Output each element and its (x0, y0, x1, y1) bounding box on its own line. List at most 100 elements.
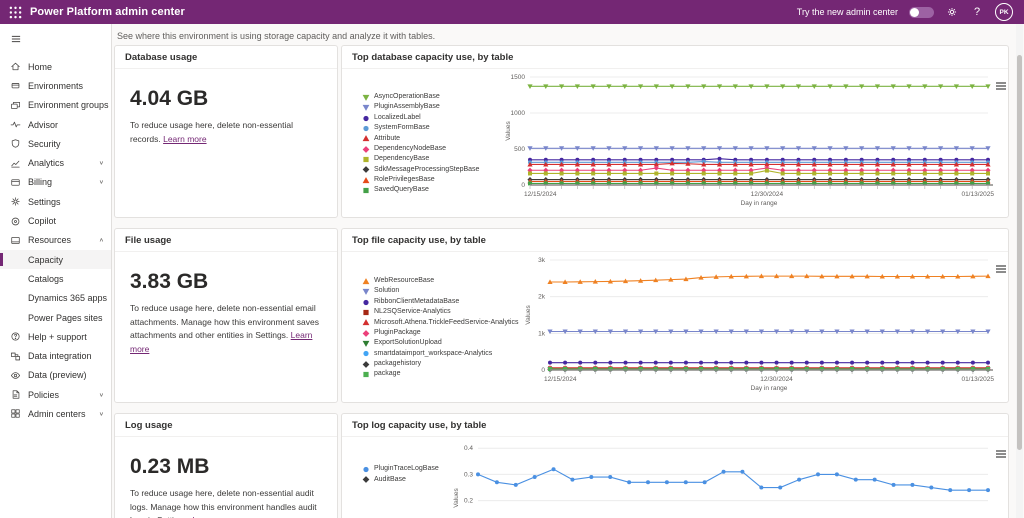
sidebar-item-label: Billing (28, 177, 53, 188)
chart-title: Top log capacity use, by table (342, 414, 1008, 437)
sidebar-item-power-pages-sites[interactable]: Power Pages sites (0, 308, 111, 327)
sidebar-item-billing[interactable]: Billing ∨ (0, 173, 111, 192)
svg-text:1k: 1k (538, 330, 546, 337)
card-title: Log usage (115, 414, 337, 437)
sidebar-item-policies[interactable]: Policies ∨ (0, 385, 111, 404)
legend-item[interactable]: Solution (362, 287, 522, 296)
sidebar-item-label: Copilot (28, 216, 57, 227)
chart-legend: PluginTraceLogBase AuditBase (348, 465, 450, 484)
legend-item[interactable]: Attribute (362, 134, 502, 143)
sidebar-item-advisor[interactable]: Advisor (0, 115, 111, 134)
sidebar-item-resources[interactable]: Resources ∧ (0, 231, 111, 250)
legend-item[interactable]: smartdataimport_workspace-Analytics (362, 349, 522, 358)
sidebar-item-copilot[interactable]: Copilot (0, 211, 111, 230)
sidebar-item-label: Capacity (28, 254, 64, 265)
legend-item[interactable]: RibbonClientMetadataBase (362, 298, 522, 307)
legend-item[interactable]: NL2SQService-Analytics (362, 308, 522, 317)
legend-item[interactable]: PluginAssemblyBase (362, 103, 502, 112)
app-launcher-icon[interactable] (0, 0, 30, 24)
legend-item[interactable]: AuditBase (362, 475, 450, 484)
legend-label: LocalizedLabel (374, 113, 421, 121)
sidebar-item-capacity[interactable]: Capacity (0, 249, 111, 270)
settings-gear-icon[interactable] (945, 5, 959, 19)
legend-label: DependencyNodeBase (374, 144, 446, 152)
legend-item[interactable]: packagehistory (362, 360, 522, 369)
sidebar-item-label: Environments (28, 80, 84, 91)
sidebar-item-security[interactable]: Security (0, 134, 111, 153)
legend-label: WebResourceBase (374, 276, 435, 284)
help-icon[interactable]: ? (970, 5, 984, 19)
legend-item[interactable]: LocalizedLabel (362, 114, 502, 123)
legend-label: SavedQueryBase (374, 186, 429, 194)
legend-item[interactable]: RolePrivilegesBase (362, 176, 502, 185)
file-usage-description: To reduce usage here, delete non-essenti… (130, 303, 319, 354)
sidebar-item-catalogs[interactable]: Catalogs (0, 269, 111, 288)
legend-item[interactable]: DependencyNodeBase (362, 145, 502, 154)
file-usage-value: 3.83 GB (130, 270, 209, 293)
database-usage-value: 4.04 GB (130, 87, 209, 110)
legend-label: AsyncOperationBase (374, 92, 440, 100)
learn-more-link[interactable]: Learn more (163, 134, 206, 144)
legend-item[interactable]: Microsoft.Athena.TrickleFeedService-Anal… (362, 318, 522, 327)
sidebar-item-label: Environment groups (28, 100, 109, 111)
legend-item[interactable]: DependencyBase (362, 155, 502, 164)
analytics-icon (10, 158, 21, 169)
chart-title: Top database capacity use, by table (342, 46, 1008, 69)
sidebar-item-help-support[interactable]: Help + support (0, 327, 111, 346)
legend-label: RolePrivilegesBase (374, 176, 435, 184)
database-chart-card: Top database capacity use, by table Asyn… (341, 45, 1009, 218)
diamond-marker-icon (362, 145, 370, 154)
data-integration-icon (10, 351, 21, 362)
resources-icon (10, 235, 21, 246)
svg-text:Values: Values (505, 121, 512, 141)
sidebar-item-label: Security (28, 138, 61, 149)
card-title: File usage (115, 229, 337, 252)
svg-text:Values: Values (453, 488, 460, 508)
chevron-up-icon: ∧ (98, 237, 104, 244)
chevron-down-icon: ∨ (98, 180, 104, 186)
sidebar-item-dynamics-365-apps[interactable]: Dynamics 365 apps (0, 289, 111, 308)
nav-collapse-button[interactable] (0, 24, 111, 57)
legend-item[interactable]: SdkMessageProcessingStepBase (362, 165, 502, 174)
legend-item[interactable]: SystemFormBase (362, 124, 502, 133)
file-usage-card: File usage 3.83 GB To reduce usage here,… (114, 228, 338, 403)
svg-text:1500: 1500 (511, 74, 526, 81)
legend-item[interactable]: SavedQueryBase (362, 186, 502, 195)
legend-item[interactable]: PluginTraceLogBase (362, 465, 450, 474)
vertical-scrollbar[interactable] (1016, 24, 1023, 518)
scrollbar-thumb[interactable] (1017, 55, 1022, 450)
sidebar-item-analytics[interactable]: Analytics ∨ (0, 153, 111, 172)
triangle-down-marker-icon (362, 339, 370, 348)
svg-text:12/15/2024: 12/15/2024 (544, 376, 577, 383)
account-avatar[interactable]: PK (995, 3, 1013, 21)
svg-text:12/30/2024: 12/30/2024 (751, 191, 784, 198)
try-new-admin-center-toggle[interactable] (909, 6, 934, 18)
chevron-down-icon: ∨ (98, 392, 104, 398)
topbar: Power Platform admin center Try the new … (0, 0, 1024, 24)
legend-item[interactable]: PluginPackage (362, 329, 522, 338)
triangle-up-marker-icon (362, 277, 370, 286)
triangle-up-marker-icon (362, 176, 370, 185)
sidebar-item-data-integration[interactable]: Data integration (0, 346, 111, 365)
sidebar-item-settings[interactable]: Settings (0, 192, 111, 211)
help-icon (10, 331, 21, 342)
legend-label: Microsoft.Athena.TrickleFeedService-Anal… (374, 318, 519, 326)
sidebar-item-label: Catalogs (28, 273, 64, 284)
svg-text:3k: 3k (538, 257, 546, 264)
legend-item[interactable]: AsyncOperationBase (362, 93, 502, 102)
legend-item[interactable]: ExportSolutionUpload (362, 339, 522, 348)
sidebar-item-environment-groups[interactable]: Environment groups (0, 96, 111, 115)
sidebar-item-home[interactable]: Home (0, 57, 111, 76)
legend-item[interactable]: WebResourceBase (362, 277, 522, 286)
database-usage-card: Database usage 4.04 GB To reduce usage h… (114, 45, 338, 218)
chevron-down-icon: ∨ (98, 160, 104, 167)
legend-item[interactable]: package (362, 370, 522, 379)
svg-text:Day in range: Day in range (751, 385, 788, 392)
sidebar-item-data-preview[interactable]: Data (preview) (0, 366, 111, 385)
triangle-up-marker-icon (362, 134, 370, 143)
chevron-down-icon: ∨ (98, 411, 104, 418)
sidebar-item-environments[interactable]: Environments (0, 76, 111, 95)
sidebar-item-admin-centers[interactable]: Admin centers ∨ (0, 404, 111, 423)
log-usage-description: To reduce usage here, delete non-essenti… (130, 487, 325, 518)
circle-marker-icon (362, 298, 370, 307)
